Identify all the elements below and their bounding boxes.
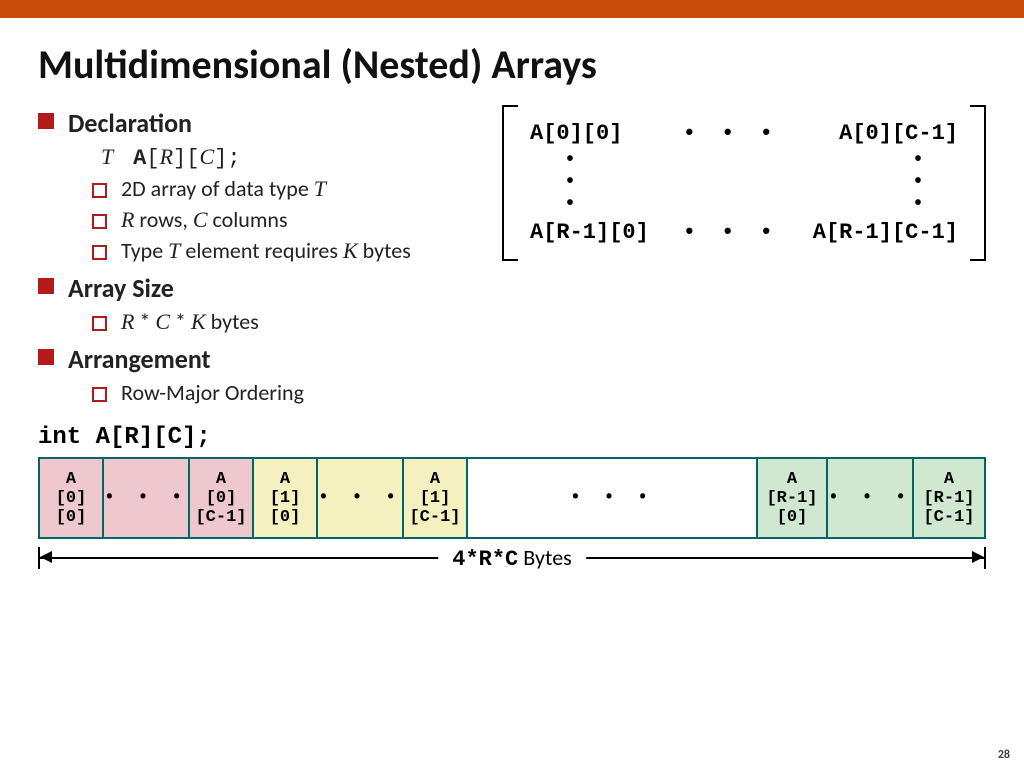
code-decl: T A[R][C]; (72, 143, 472, 171)
section-heading: Declaration (68, 107, 192, 139)
mem-dots: • • • (104, 459, 190, 537)
list-item: 2D array of data type T (92, 175, 472, 202)
hollow-square-icon (92, 183, 107, 198)
measure-label: 4*R*C Bytes (438, 544, 586, 572)
list-item: R rows, C columns (92, 206, 472, 233)
list-item: R * C * K bytes (92, 308, 472, 335)
section-heading: Arrangement (68, 343, 211, 375)
hollow-square-icon (92, 214, 107, 229)
matrix-diagram: A[0][0] • • • A[0][C-1] ••• ••• A[R-1][0… (502, 105, 986, 261)
hdots-icon: • • • (683, 121, 779, 146)
mem-cell-ar0: A [R-1] [0] (758, 459, 828, 537)
mem-cell-arc: A [R-1] [C-1] (914, 459, 984, 537)
hollow-square-icon (92, 316, 107, 331)
mem-cell-a0c: A [0] [C-1] (190, 459, 254, 537)
measure-bar: 4*R*C Bytes (38, 547, 986, 577)
matrix-cell-tr: A[0][C-1] (839, 121, 958, 146)
bullet-list: Declaration T A[R][C]; 2D array of data … (38, 99, 472, 410)
section-declaration: Declaration (38, 107, 472, 139)
mem-cell-a00: A [0] [0] (40, 459, 104, 537)
section-heading: Array Size (68, 272, 174, 304)
mem-bigdots: • • • (468, 459, 758, 537)
page-number: 28 (998, 748, 1010, 762)
memory-caption: int A[R][C]; (38, 424, 986, 451)
hollow-square-icon (92, 245, 107, 260)
hdots-icon: • • • (683, 220, 779, 245)
matrix-cell-br: A[R-1][C-1] (813, 220, 958, 245)
arrow-right-icon (972, 551, 984, 563)
arrow-left-icon (40, 551, 52, 563)
square-bullet-icon (38, 278, 54, 294)
mem-dots: • • • (318, 459, 404, 537)
section-size: Array Size (38, 272, 472, 304)
memory-layout-row: A [0] [0] • • • A [0] [C-1] A [1] [0] • … (38, 457, 986, 539)
mem-cell-a1c: A [1] [C-1] (404, 459, 468, 537)
hollow-square-icon (92, 387, 107, 402)
bracket-left-icon (502, 105, 518, 261)
matrix-cell-tl: A[0][0] (530, 121, 622, 146)
matrix-cell-bl: A[R-1][0] (530, 220, 649, 245)
top-accent-bar (0, 0, 1024, 18)
list-item: Type T element requires K bytes (92, 237, 472, 264)
section-arrangement: Arrangement (38, 343, 472, 375)
mem-cell-a10: A [1] [0] (254, 459, 318, 537)
square-bullet-icon (38, 113, 54, 129)
square-bullet-icon (38, 349, 54, 365)
slide-title: Multidimensional (Nested) Arrays (38, 40, 986, 89)
vdots-row: ••• ••• (524, 150, 964, 216)
list-item: Row-Major Ordering (92, 379, 472, 406)
mem-dots: • • • (828, 459, 914, 537)
bracket-right-icon (970, 105, 986, 261)
